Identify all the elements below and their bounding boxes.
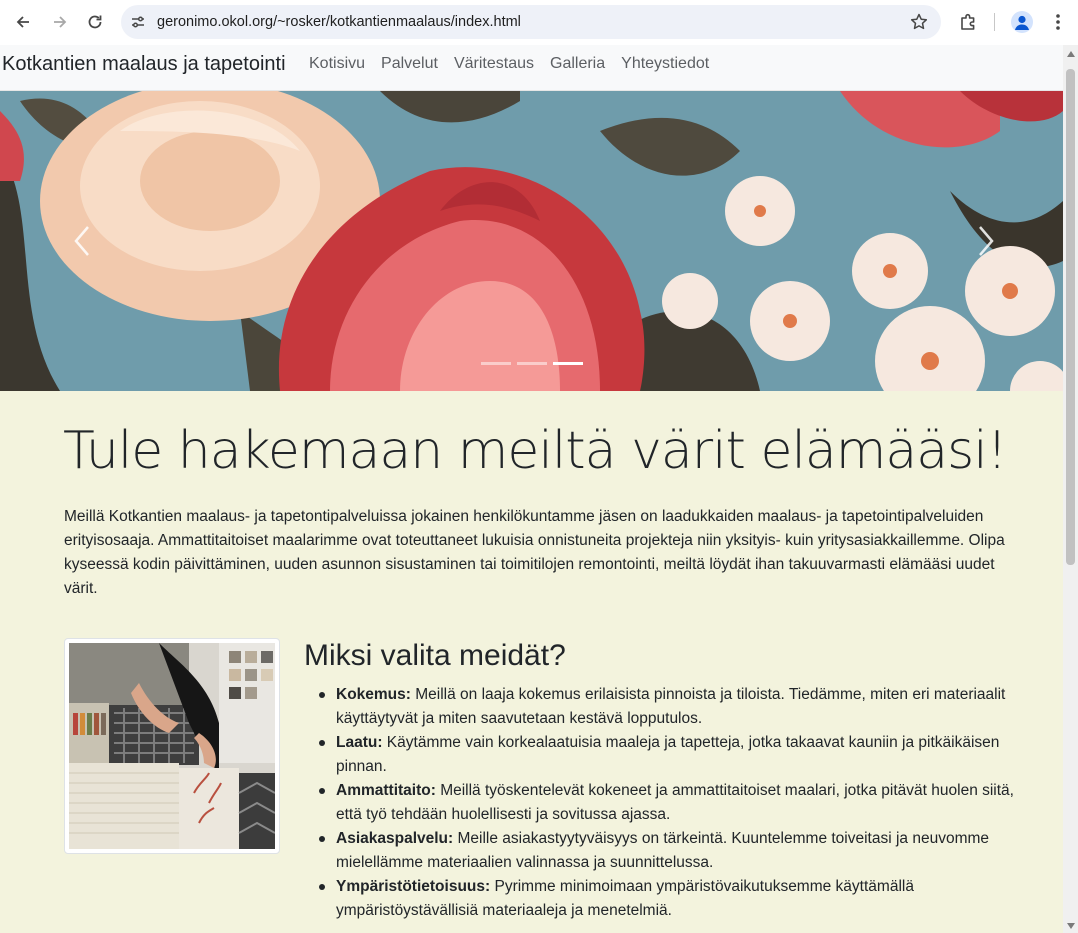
reload-button[interactable]: [82, 9, 108, 35]
scroll-up-icon[interactable]: [1067, 51, 1075, 57]
list-item: Kokemus: Meillä on laaja kokemus erilais…: [319, 683, 1016, 731]
reload-icon: [88, 15, 102, 29]
browser-toolbar: geronimo.okol.org/~rosker/kotkantienmaal…: [0, 0, 1078, 45]
carousel-indicators: [481, 362, 583, 365]
list-item-text: Meillä työskentelevät kokeneet ja ammatt…: [336, 782, 1014, 823]
carousel-indicator-1[interactable]: [481, 362, 511, 365]
list-item-term: Laatu:: [336, 734, 383, 751]
list-item-term: Kokemus:: [336, 686, 411, 703]
nav-link-yhteystiedot[interactable]: Yhteystiedot: [621, 55, 709, 73]
nav-links: Kotisivu Palvelut Väritestaus Galleria Y…: [309, 55, 709, 73]
page-viewport: Kotkantien maalaus ja tapetointi Kotisiv…: [0, 45, 1078, 933]
why-choose-us-heading: Miksi valita meidät?: [304, 639, 566, 672]
list-item-term: Ympäristötietoisuus:: [336, 878, 491, 895]
list-item-text: Meillä on laaja kokemus erilaisista pinn…: [336, 686, 1006, 727]
page-scrollbar[interactable]: [1063, 45, 1078, 933]
back-button[interactable]: [10, 9, 36, 35]
nav-link-kotisivu[interactable]: Kotisivu: [309, 55, 365, 73]
carousel-indicator-3[interactable]: [553, 362, 583, 365]
toolbar-separator: [994, 13, 995, 31]
back-icon: [16, 16, 29, 28]
site-info-icon[interactable]: [129, 13, 147, 31]
list-item: Ammattitaito: Meillä työskentelevät koke…: [319, 779, 1016, 827]
address-bar[interactable]: geronimo.okol.org/~rosker/kotkantienmaal…: [121, 5, 941, 39]
nav-link-varitestaus[interactable]: Väritestaus: [454, 55, 534, 73]
url-text[interactable]: geronimo.okol.org/~rosker/kotkantienmaal…: [157, 14, 521, 30]
forward-button[interactable]: [47, 9, 73, 35]
list-item-text: Käytämme vain korkealaatuisia maaleja ja…: [336, 734, 1000, 775]
nav-link-galleria[interactable]: Galleria: [550, 55, 605, 73]
extensions-icon[interactable]: [957, 11, 979, 33]
samples-photo: [64, 638, 280, 854]
material-samples-image: [69, 643, 275, 849]
list-item-term: Ammattitaito:: [336, 782, 436, 799]
site-navbar: Kotkantien maalaus ja tapetointi Kotisiv…: [0, 45, 1063, 91]
nav-link-palvelut[interactable]: Palvelut: [381, 55, 438, 73]
list-item: Laatu: Käytämme vain korkealaatuisia maa…: [319, 731, 1016, 779]
list-item-term: Asiakaspalvelu:: [336, 830, 454, 847]
intro-paragraph: Meillä Kotkantien maalaus- ja tapetontip…: [64, 508, 1005, 597]
scrollbar-thumb[interactable]: [1066, 69, 1075, 565]
list-item: Ympäristötietoisuus: Pyrimme minimoimaan…: [319, 875, 1016, 923]
scroll-down-icon[interactable]: [1067, 923, 1075, 929]
menu-kebab-icon[interactable]: [1049, 11, 1067, 33]
floral-slide-image: [0, 91, 1063, 391]
carousel-next-icon[interactable]: [970, 221, 1000, 261]
why-choose-us-list: Kokemus: Meillä on laaja kokemus erilais…: [319, 683, 1016, 923]
page-headline: Tule hakemaan meiltä värit elämääsi!: [63, 421, 1008, 481]
hero-carousel[interactable]: [0, 91, 1063, 391]
forward-icon: [54, 16, 67, 28]
profile-icon[interactable]: [1011, 11, 1033, 33]
carousel-indicator-2[interactable]: [517, 362, 547, 365]
site-brand[interactable]: Kotkantien maalaus ja tapetointi: [2, 53, 286, 76]
bookmark-star-icon[interactable]: [909, 12, 929, 32]
list-item: Asiakaspalvelu: Meille asiakastyytyväisy…: [319, 827, 1016, 875]
carousel-prev-icon[interactable]: [68, 221, 98, 261]
